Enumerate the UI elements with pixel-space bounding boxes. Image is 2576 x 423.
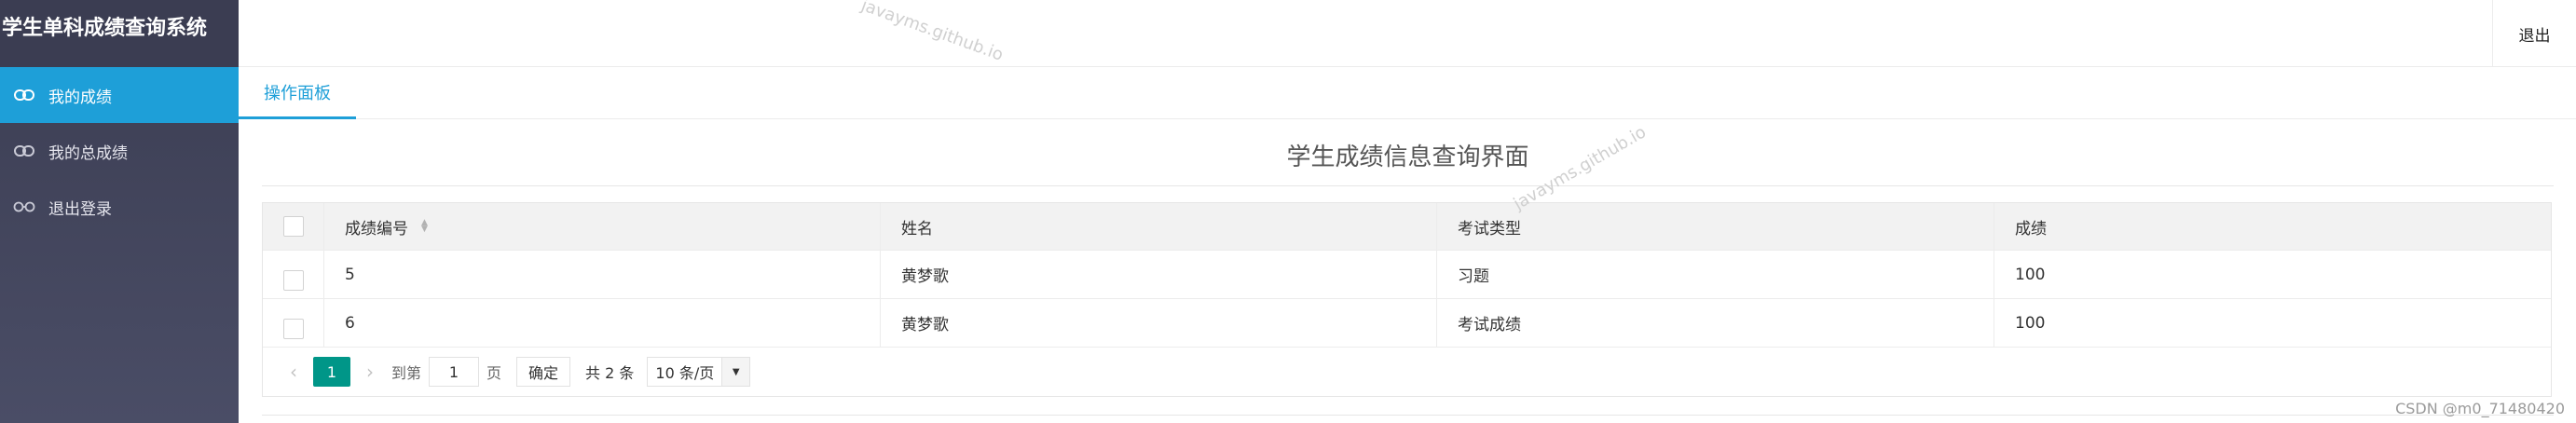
tab-bar: 操作面板 (239, 67, 2576, 119)
goto-label: 到第 (391, 364, 422, 382)
pagination: ‹ 1 › 到第 页 确定 共 2 条 10 条/页 ▼ (263, 348, 2551, 396)
row-checkbox[interactable] (282, 318, 304, 339)
table-cell: 100 (2015, 265, 2046, 284)
row-checkbox[interactable] (282, 269, 304, 291)
sidebar-item-my-scores[interactable]: 我的成绩 (0, 67, 239, 123)
scores-table: 成绩编号 ▲ ▼ 姓名 考试类型 成绩 5 黄梦歌 习题 100 6 黄梦歌 考试… (262, 202, 2552, 397)
logout-button[interactable]: 退出 (2492, 0, 2576, 67)
divider (262, 415, 2554, 416)
chevron-right-icon[interactable]: › (356, 361, 384, 383)
sidebar-item-label: 我的总成绩 (48, 143, 128, 163)
table-cell: 黄梦歌 (881, 251, 1437, 298)
table-cell: 6 (324, 299, 881, 347)
header-checkbox-cell (263, 203, 324, 250)
sidebar-item-label: 我的成绩 (48, 88, 112, 107)
table-row[interactable]: 5 黄梦歌 习题 100 (263, 251, 2551, 299)
column-header-score-id[interactable]: 成绩编号 ▲ ▼ (324, 203, 881, 250)
page-unit-label: 页 (486, 364, 502, 382)
page-size-select[interactable]: 10 条/页 ▼ (647, 357, 751, 387)
confirm-button[interactable]: 确定 (516, 357, 571, 387)
total-count: 共 2 条 (585, 364, 635, 382)
top-header: 退出 (239, 0, 2576, 67)
table-cell: 100 (2015, 313, 2046, 333)
column-header-label: 成绩编号 (345, 219, 408, 239)
glasses-icon (13, 199, 35, 214)
select-all-checkbox[interactable] (282, 216, 304, 237)
page-size-value: 10 条/页 (655, 364, 715, 382)
column-header-label: 考试类型 (1458, 219, 1521, 239)
goto-page-input[interactable] (429, 357, 480, 387)
table-cell: 5 (324, 251, 881, 298)
sidebar-item-logout[interactable]: 退出登录 (0, 179, 239, 235)
csdn-credit: CSDN @m0_71480420 (2395, 400, 2565, 417)
table-cell: 习题 (1437, 251, 1994, 298)
column-header-label: 姓名 (901, 219, 933, 239)
table-cell: 考试成绩 (1437, 299, 1994, 347)
column-header-score: 成绩 (1994, 203, 2551, 250)
page-title: 学生成绩信息查询界面 (262, 138, 2554, 186)
link-icon (13, 143, 35, 158)
column-header-name: 姓名 (881, 203, 1437, 250)
sort-icon[interactable]: ▲ ▼ (421, 219, 428, 234)
sidebar: 学生单科成绩查询系统 我的成绩 我的总成绩 退出登录 (0, 0, 239, 423)
table-cell: 黄梦歌 (881, 299, 1437, 347)
chevron-left-icon[interactable]: ‹ (280, 361, 308, 383)
table-header-row: 成绩编号 ▲ ▼ 姓名 考试类型 成绩 (263, 203, 2551, 251)
sidebar-item-label: 退出登录 (48, 199, 112, 219)
link-icon (13, 88, 35, 102)
chevron-down-icon: ▼ (721, 358, 750, 386)
row-checkbox-cell (263, 251, 324, 298)
page-current[interactable]: 1 (313, 357, 350, 387)
tab-operation-panel[interactable]: 操作面板 (239, 67, 356, 119)
sidebar-item-my-total-scores[interactable]: 我的总成绩 (0, 123, 239, 179)
table-row[interactable]: 6 黄梦歌 考试成绩 100 (263, 299, 2551, 348)
app-title: 学生单科成绩查询系统 (0, 0, 239, 67)
row-checkbox-cell (263, 299, 324, 347)
column-header-label: 成绩 (2015, 219, 2047, 239)
